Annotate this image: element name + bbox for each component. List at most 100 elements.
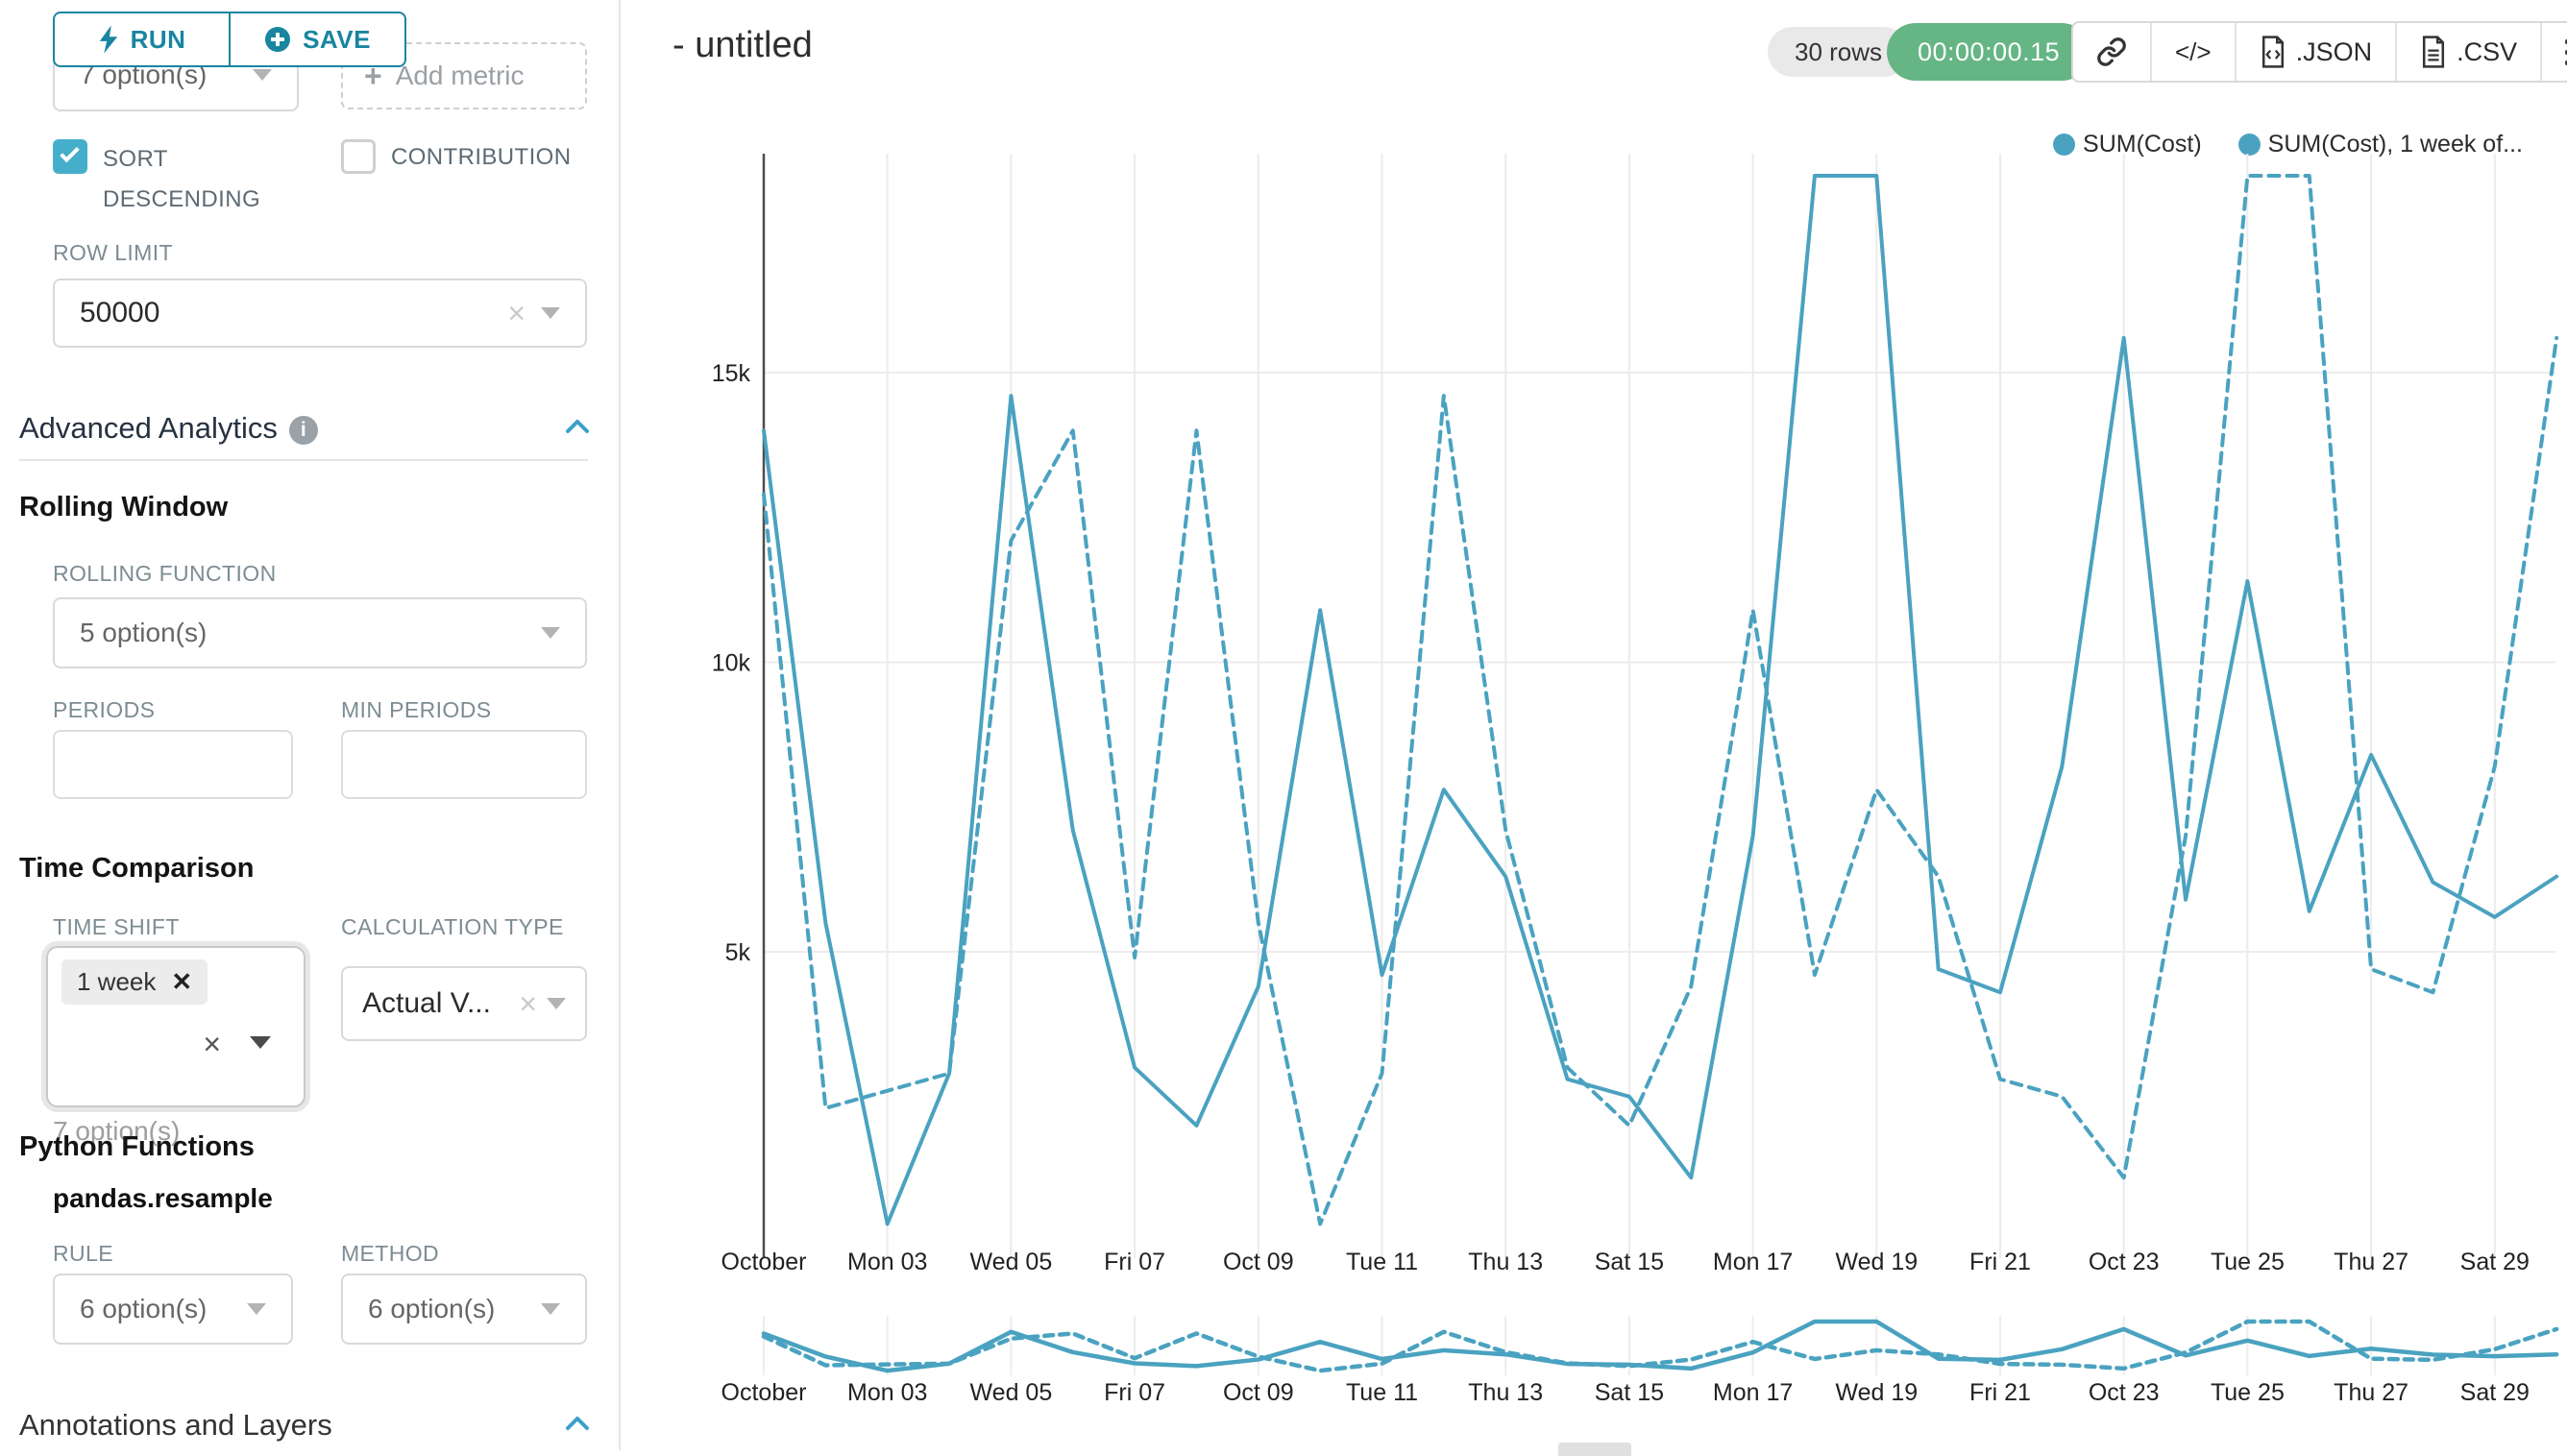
code-icon: </> — [2175, 37, 2212, 67]
periods-input[interactable] — [53, 730, 293, 799]
row-limit-value: 50000 — [80, 297, 159, 329]
link-icon — [2096, 36, 2127, 67]
x-axis-tick-label: Sat 15 — [1595, 1249, 1664, 1275]
chevron-down-icon — [541, 627, 560, 639]
contribution-label: CONTRIBUTION — [391, 139, 571, 176]
annotations-layers-title: Annotations and Layers — [19, 1408, 332, 1443]
collapse-chevron-up-icon[interactable] — [565, 1416, 590, 1431]
x-axis-tick-label: Oct 23 — [2089, 1249, 2160, 1275]
rule-label: RULE — [53, 1241, 113, 1267]
x-axis-tick-label: October — [721, 1249, 807, 1275]
periods-label: PERIODS — [53, 697, 155, 723]
chart-title[interactable]: - untitled — [672, 25, 813, 66]
mini-x-axis-tick-label: Sat 29 — [2460, 1379, 2530, 1406]
clear-icon[interactable]: × — [519, 988, 537, 1019]
view-query-button[interactable]: </> — [2150, 23, 2235, 81]
y-axis-tick-label: 5k — [725, 939, 751, 966]
query-timer-badge: 00:00:00.15 — [1887, 23, 2090, 81]
series-line-current — [764, 176, 2556, 1224]
resize-handle[interactable] — [1558, 1443, 1631, 1456]
chevron-down-icon — [247, 1303, 266, 1315]
x-axis-tick-label: Wed 05 — [970, 1249, 1053, 1275]
mini-x-axis-tick-label: Wed 19 — [1835, 1379, 1918, 1406]
section-divider — [19, 459, 588, 461]
rolling-function-select[interactable]: 5 option(s) — [53, 597, 587, 668]
series-line-offset — [764, 176, 2556, 1224]
x-axis-tick-label: Sat 29 — [2460, 1249, 2530, 1275]
chevron-down-icon — [253, 69, 272, 81]
sort-descending-checkbox-row[interactable]: SORT DESCENDING — [53, 139, 283, 220]
mini-chart-brush[interactable]: OctoberMon 03Wed 05Fri 07Oct 09Tue 11Thu… — [621, 1297, 2567, 1450]
rolling-function-label: ROLLING FUNCTION — [53, 561, 277, 587]
advanced-analytics-title: Advanced Analytics — [19, 411, 278, 445]
x-axis-tick-label: Fri 21 — [1969, 1249, 2031, 1275]
remove-tag-icon[interactable]: ✕ — [171, 967, 192, 997]
x-axis-tick-label: Fri 07 — [1104, 1249, 1165, 1275]
chevron-down-icon — [541, 307, 560, 319]
mini-x-axis-tick-label: Oct 23 — [2089, 1379, 2160, 1406]
calculation-type-select[interactable]: Actual V... × — [341, 966, 587, 1041]
python-functions-title: Python Functions — [19, 1131, 255, 1163]
run-save-button-group: RUN SAVE — [53, 12, 406, 67]
json-button-label: .JSON — [2296, 37, 2373, 67]
rolling-function-value: 5 option(s) — [80, 618, 207, 648]
mini-x-axis-tick-label: Oct 09 — [1223, 1379, 1294, 1406]
x-axis-tick-label: Oct 09 — [1223, 1249, 1294, 1275]
pandas-resample-label: pandas.resample — [53, 1183, 273, 1214]
calculation-type-label: CALCULATION TYPE — [341, 914, 564, 940]
clear-icon[interactable]: × — [203, 1027, 221, 1062]
chart-menu-button[interactable] — [2540, 23, 2567, 81]
info-icon[interactable]: i — [289, 416, 318, 445]
x-axis-tick-label: Mon 17 — [1713, 1249, 1793, 1275]
mini-x-axis-tick-label: October — [721, 1379, 807, 1406]
export-csv-button[interactable]: .CSV — [2395, 23, 2540, 81]
export-json-button[interactable]: .JSON — [2235, 23, 2396, 81]
mini-series-line-offset — [764, 1322, 2556, 1371]
y-axis-tick-label: 10k — [712, 650, 751, 677]
csv-button-label: .CSV — [2457, 37, 2517, 67]
mini-x-axis-tick-label: Mon 17 — [1713, 1379, 1793, 1406]
min-periods-label: MIN PERIODS — [341, 697, 491, 723]
run-button[interactable]: RUN — [55, 13, 229, 65]
lightning-icon — [98, 25, 119, 54]
y-axis-tick-label: 15k — [712, 360, 751, 387]
method-label: METHOD — [341, 1241, 439, 1267]
x-axis-tick-label: Tue 25 — [2211, 1249, 2285, 1275]
save-button[interactable]: SAVE — [229, 13, 404, 65]
add-metric-label: Add metric — [396, 61, 525, 91]
sort-descending-label: SORT DESCENDING — [103, 139, 283, 220]
chart-actions-toolbar: </> .JSON .CSV — [2071, 21, 2567, 83]
mini-x-axis-tick-label: Thu 13 — [1468, 1379, 1543, 1406]
row-limit-select[interactable]: 50000 × — [53, 279, 587, 348]
save-button-label: SAVE — [303, 25, 371, 55]
time-comparison-title: Time Comparison — [19, 853, 254, 885]
mini-x-axis-tick-label: Tue 25 — [2211, 1379, 2285, 1406]
time-shift-select[interactable]: 1 week ✕ × — [46, 946, 306, 1107]
time-shift-label: TIME SHIFT — [53, 914, 180, 940]
mini-x-axis-tick-label: Fri 21 — [1969, 1379, 2031, 1406]
rule-select[interactable]: 6 option(s) — [53, 1274, 293, 1345]
sort-descending-checkbox[interactable] — [53, 139, 87, 174]
advanced-analytics-header: Advanced Analytics i — [19, 411, 318, 446]
contribution-checkbox[interactable] — [341, 139, 376, 174]
min-periods-input[interactable] — [341, 730, 587, 799]
clear-icon[interactable]: × — [507, 298, 526, 328]
mini-x-axis-tick-label: Tue 11 — [1346, 1379, 1418, 1406]
mini-x-axis-tick-label: Thu 27 — [2334, 1379, 2408, 1406]
time-shift-tag: 1 week ✕ — [61, 959, 208, 1005]
method-value: 6 option(s) — [368, 1294, 495, 1324]
time-shift-tag-label: 1 week — [77, 967, 156, 997]
contribution-checkbox-row[interactable]: CONTRIBUTION — [341, 139, 629, 176]
rolling-window-title: Rolling Window — [19, 492, 228, 523]
share-link-button[interactable] — [2073, 23, 2150, 81]
main-line-chart[interactable]: 5k 10k 15k October Mon 03 Wed 05 Fri 07 Oct 09 T… — [621, 106, 2567, 1297]
collapse-chevron-up-icon[interactable] — [565, 419, 590, 434]
x-axis-tick-label: Thu 27 — [2334, 1249, 2408, 1275]
x-axis-tick-label: Mon 03 — [847, 1249, 927, 1275]
x-axis-tick-label: Tue 11 — [1346, 1249, 1418, 1275]
check-icon — [60, 143, 80, 163]
mini-x-axis-tick-label: Fri 07 — [1104, 1379, 1165, 1406]
control-panel-sidebar: RUN SAVE 7 option(s) + Add metric SORT D… — [0, 0, 621, 1450]
calculation-type-value: Actual V... — [362, 987, 491, 1020]
method-select[interactable]: 6 option(s) — [341, 1274, 587, 1345]
